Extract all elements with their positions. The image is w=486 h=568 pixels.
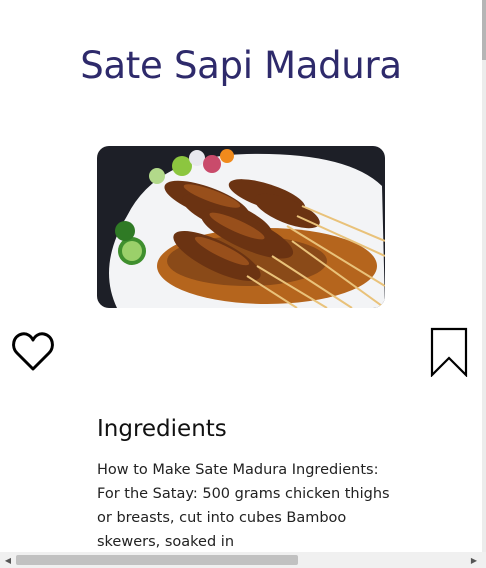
vertical-scrollbar[interactable] — [482, 0, 486, 552]
horizontal-scrollbar-thumb[interactable] — [16, 555, 298, 565]
vertical-scrollbar-thumb[interactable] — [482, 0, 486, 60]
ingredients-text: How to Make Sate Madura Ingredients: For… — [97, 462, 390, 550]
scroll-left-arrow-icon[interactable]: ◀ — [1, 552, 15, 568]
ingredients-heading: Ingredients — [97, 416, 227, 442]
recipe-image — [97, 146, 385, 308]
scroll-right-arrow-icon[interactable]: ▶ — [467, 552, 481, 568]
bookmark-icon[interactable] — [430, 327, 468, 378]
favorite-heart-icon[interactable] — [11, 330, 55, 372]
scrollbar-corner — [482, 552, 486, 568]
page-title: Sate Sapi Madura — [80, 44, 402, 87]
recipe-page: Sate Sapi Madura Ingredients How to Make… — [0, 0, 482, 552]
